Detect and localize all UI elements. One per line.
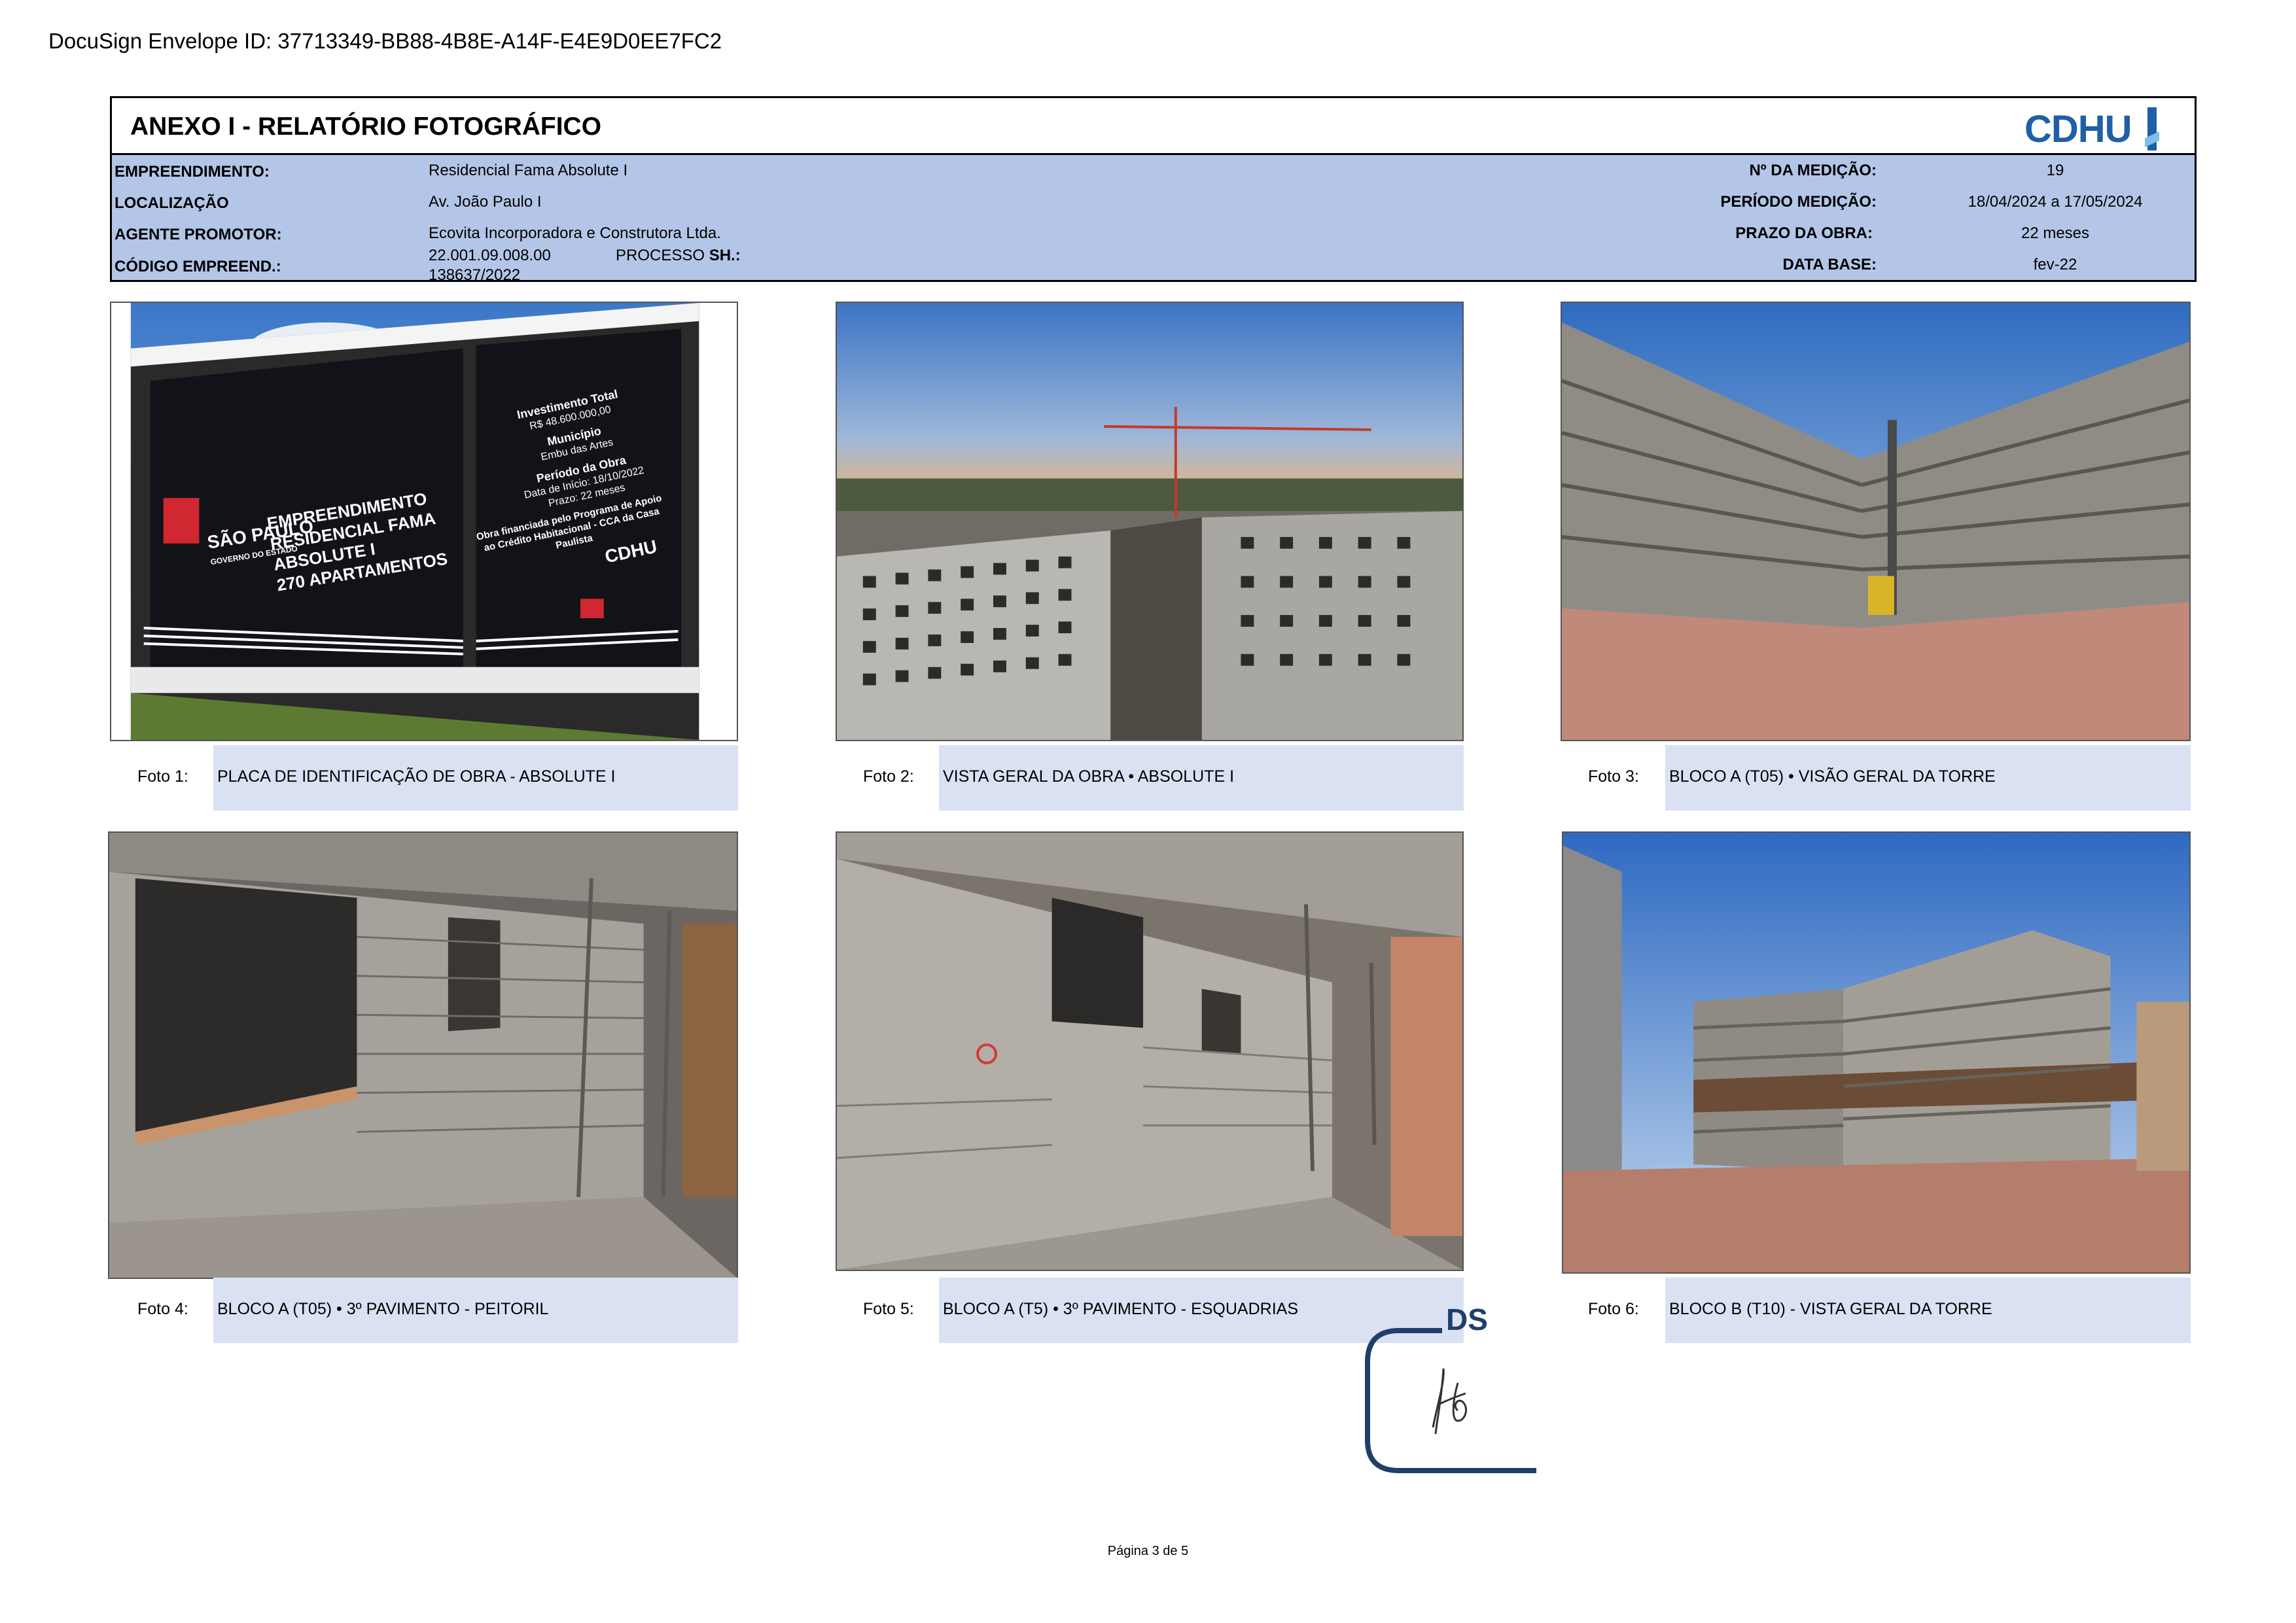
empreendimento-label: EMPREENDIMENTO: — [115, 163, 270, 181]
signature-handwriting — [1432, 1368, 1468, 1435]
signature-bracket — [1365, 1328, 1536, 1473]
photo-4-caption: BLOCO A (T05) • 3º PAVIMENTO - PEITORIL — [217, 1300, 549, 1318]
photo-1-caption: PLACA DE IDENTIFICAÇÃO DE OBRA - ABSOLUT… — [217, 767, 616, 786]
photo-5 — [836, 831, 1464, 1271]
photo-4-number: Foto 4: — [137, 1300, 188, 1318]
database-value: fev-22 — [2033, 256, 2077, 273]
photo-3-caption: BLOCO A (T05) • VISÃO GERAL DA TORRE — [1669, 767, 1996, 786]
photo-4-image — [109, 833, 737, 1278]
docusign-signature: DS — [1360, 1302, 1536, 1492]
photo-5-caption: BLOCO A (T5) • 3º PAVIMENTO - ESQUADRIAS — [943, 1300, 1299, 1318]
page-title: ANEXO I - RELATÓRIO FOTOGRÁFICO — [130, 113, 602, 141]
photo-2-caption: VISTA GERAL DA OBRA • ABSOLUTE I — [943, 767, 1235, 786]
photo-3-image — [1562, 303, 2189, 740]
photo-5-image — [837, 833, 1462, 1270]
prazo-value: 22 meses — [2021, 224, 2090, 242]
processo-label: PROCESSO SH.: — [616, 247, 741, 265]
page-footer: Página 3 de 5 — [1107, 1544, 1189, 1558]
photo-6-caption: BLOCO B (T10) - VISTA GERAL DA TORRE — [1669, 1300, 1992, 1318]
empreendimento-value: Residencial Fama Absolute I — [429, 162, 628, 179]
photo-1-image: SÃO PAULO GOVERNO DO ESTADO EMPREENDIMEN… — [111, 303, 737, 740]
photo-3-number: Foto 3: — [1588, 767, 1639, 786]
medicao-value: 19 — [2046, 162, 2064, 179]
processo-sh: SH.: — [709, 247, 741, 264]
cdhu-logo: CDHU — [2024, 103, 2162, 153]
photo-5-number: Foto 5: — [863, 1300, 914, 1318]
periodo-label: PERÍODO MEDIÇÃO: — [1720, 193, 1877, 211]
photo-6 — [1562, 831, 2191, 1274]
prazo-label: PRAZO DA OBRA: — [1735, 224, 1873, 242]
photo-2-number: Foto 2: — [863, 767, 914, 786]
photo-2-image — [837, 303, 1462, 740]
photo-3 — [1561, 302, 2191, 741]
processo-value: 138637/2022 — [429, 266, 521, 284]
report-header: ANEXO I - RELATÓRIO FOTOGRÁFICO CDHU EMP… — [110, 96, 2197, 284]
docusign-envelope-id: DocuSign Envelope ID: 37713349-BB88-4B8E… — [48, 29, 722, 53]
photo-6-image — [1563, 833, 2189, 1272]
localizacao-label: LOCALIZAÇÃO — [115, 194, 229, 212]
photo-6-number: Foto 6: — [1588, 1300, 1639, 1318]
title-row: ANEXO I - RELATÓRIO FOTOGRÁFICO CDHU — [112, 98, 2195, 155]
medicao-label: Nº DA MEDIÇÃO: — [1749, 162, 1877, 179]
codigo-label: CÓDIGO EMPREEND.: — [115, 258, 281, 275]
codigo-value: 22.001.09.008.00 — [429, 247, 551, 264]
photo-4 — [108, 831, 738, 1279]
localizacao-value: Av. João Paulo I — [429, 193, 542, 211]
agente-label: AGENTE PROMOTOR: — [115, 226, 282, 243]
cdhu-logo-text: CDHU — [2024, 108, 2132, 150]
processo-text: PROCESSO — [616, 247, 705, 264]
agente-value: Ecovita Incorporadora e Construtora Ltda… — [429, 224, 721, 242]
database-label: DATA BASE: — [1782, 256, 1877, 273]
photo-2 — [836, 302, 1464, 741]
periodo-value: 18/04/2024 a 17/05/2024 — [1968, 193, 2143, 211]
photo-1: SÃO PAULO GOVERNO DO ESTADO EMPREENDIMEN… — [110, 302, 738, 741]
photo-1-number: Foto 1: — [137, 767, 188, 786]
